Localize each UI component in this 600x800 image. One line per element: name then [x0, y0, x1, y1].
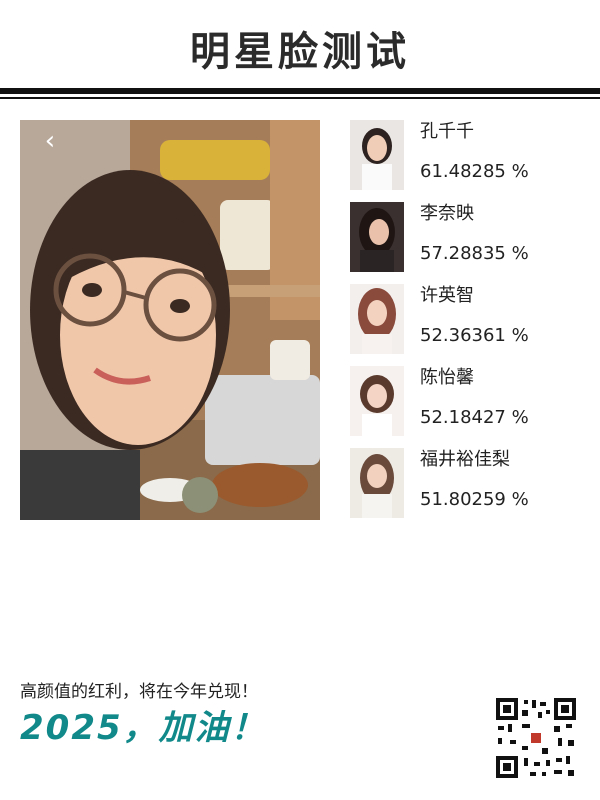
match-score: 52.36361 % [420, 325, 529, 346]
title-divider-thick [0, 88, 600, 94]
chevron-left-icon: ‹ [44, 126, 56, 156]
match-score: 61.48285 % [420, 161, 529, 182]
footer-slogan: 2025，加油！ [20, 708, 267, 748]
match-name: 陈怡馨 [420, 367, 474, 388]
match-thumbnail [350, 448, 404, 518]
uploaded-selfie-photo [20, 120, 320, 520]
match-thumbnail [350, 284, 404, 354]
back-button[interactable]: ‹ [38, 126, 62, 156]
match-item[interactable]: 许英智 52.36361 % [350, 284, 580, 356]
match-name: 福井裕佳梨 [420, 449, 510, 470]
match-item[interactable]: 李奈映 57.28835 % [350, 202, 580, 274]
match-item[interactable]: 陈怡馨 52.18427 % [350, 366, 580, 438]
match-name: 李奈映 [420, 203, 474, 224]
match-item[interactable]: 福井裕佳梨 51.80259 % [350, 448, 580, 520]
match-score: 51.80259 % [420, 489, 529, 510]
match-score: 52.18427 % [420, 407, 529, 428]
title-divider-thin [0, 97, 600, 99]
match-thumbnail [350, 366, 404, 436]
match-name: 许英智 [420, 285, 474, 306]
match-thumbnail [350, 202, 404, 272]
match-score: 57.28835 % [420, 243, 529, 264]
match-name: 孔千千 [420, 121, 474, 142]
match-thumbnail [350, 120, 404, 190]
match-item[interactable]: 孔千千 61.48285 % [350, 120, 580, 192]
qr-code [494, 696, 578, 780]
footer-tagline: 高颜值的红利，将在今年兑现！ [20, 682, 258, 702]
page-title: 明星脸测试 [190, 29, 410, 75]
